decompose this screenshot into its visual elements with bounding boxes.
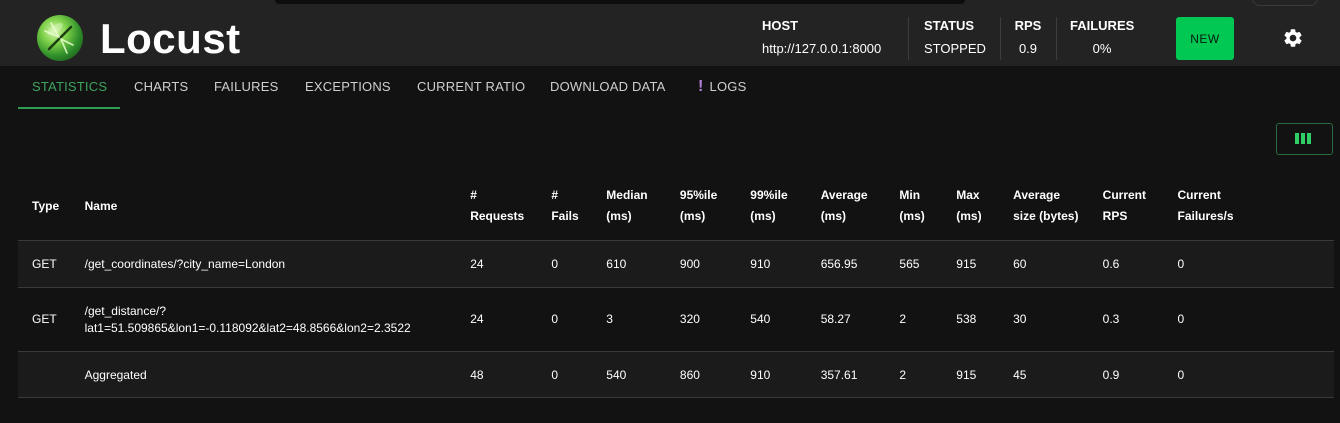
table-cell: 656.95 bbox=[820, 257, 858, 271]
new-test-button[interactable]: NEW bbox=[1176, 17, 1234, 60]
statistics-table: Type Name # Requests # Fails Median (ms) 95… bbox=[18, 172, 1334, 398]
columns-icon bbox=[1301, 133, 1305, 144]
table-cell: 540 bbox=[606, 367, 627, 382]
exclamation-icon: ! bbox=[698, 78, 704, 95]
table-cell: 860 bbox=[679, 367, 700, 382]
column-header-name[interactable]: Name bbox=[71, 172, 457, 241]
table-row: GET /get_distance/? lat1=51.509865&lon1=-… bbox=[18, 287, 1334, 352]
table-cell: 0 bbox=[551, 257, 558, 271]
columns-icon bbox=[1307, 133, 1311, 144]
table-cell: 60 bbox=[1013, 257, 1027, 271]
table-cell: 538 bbox=[956, 312, 977, 326]
status-stat: STATUS STOPPED bbox=[924, 18, 986, 57]
tab-exceptions[interactable]: EXCEPTIONS bbox=[305, 66, 391, 107]
column-header-max[interactable]: Max (ms) bbox=[942, 172, 999, 241]
table-cell: 24 bbox=[470, 312, 484, 326]
table-cell: GET bbox=[32, 312, 57, 326]
table-cell: 45 bbox=[1013, 367, 1027, 382]
locust-logo-icon bbox=[37, 15, 83, 61]
name-line-2: lat1=51.509865&lon1=-0.118092&lat2=48.85… bbox=[84, 320, 411, 335]
table-cell: 3 bbox=[606, 312, 613, 326]
failures-stat: FAILURES 0% bbox=[1070, 18, 1134, 57]
table-cell: 0 bbox=[1177, 312, 1185, 326]
tab-charts[interactable]: CHARTS bbox=[134, 66, 188, 107]
table-row-aggregated: Aggregated 48 0 540 860 910 357.61 2 915… bbox=[18, 351, 1334, 398]
table-cell: 900 bbox=[679, 257, 700, 271]
rps-stat: RPS 0.9 bbox=[1014, 18, 1042, 57]
table-cell: /get_coordinates/?city_name=London bbox=[84, 257, 286, 271]
table-cell: 320 bbox=[679, 312, 700, 326]
table-cell: 565 bbox=[899, 257, 920, 271]
divider bbox=[1000, 17, 1001, 60]
top-bar: Locust HOST http://127.0.0.1:8000 STATUS… bbox=[0, 0, 1340, 66]
column-header-median[interactable]: Median (ms) bbox=[592, 172, 666, 241]
status-value: STOPPED bbox=[924, 41, 986, 56]
table-cell: 357.61 bbox=[820, 367, 858, 382]
tab-logs-label: LOGS bbox=[709, 79, 747, 94]
table-cell: 0 bbox=[1177, 367, 1185, 382]
window-notch bbox=[275, 0, 965, 4]
rps-value: 0.9 bbox=[1018, 41, 1038, 56]
status-label: STATUS bbox=[924, 18, 975, 33]
table-cell: 30 bbox=[1013, 312, 1027, 326]
table-cell: 24 bbox=[470, 257, 484, 271]
logo: Locust bbox=[37, 15, 247, 62]
tab-current-ratio[interactable]: CURRENT RATIO bbox=[417, 66, 525, 107]
table-cell: GET bbox=[32, 257, 57, 271]
column-header-fails[interactable]: # Fails bbox=[537, 172, 592, 241]
host-label: HOST bbox=[762, 18, 799, 33]
table-cell: 0 bbox=[551, 367, 558, 382]
table-cell: 540 bbox=[750, 312, 771, 326]
table-row: GET /get_coordinates/?city_name=London 2… bbox=[18, 240, 1334, 288]
column-header-requests[interactable]: # Requests bbox=[456, 172, 537, 241]
failures-value: 0% bbox=[1092, 41, 1112, 56]
table-cell: 0 bbox=[551, 312, 558, 326]
table-cell: Aggregated bbox=[84, 367, 147, 382]
column-header-average[interactable]: Average (ms) bbox=[807, 172, 886, 241]
table-cell: 0.3 bbox=[1102, 312, 1120, 326]
table-cell: 0.6 bbox=[1102, 257, 1120, 271]
window-corner-control bbox=[1252, 0, 1318, 6]
table-cell: 58.27 bbox=[820, 312, 851, 326]
column-header-current-failures[interactable]: Current Failures/s bbox=[1164, 172, 1335, 241]
table-cell: 0.9 bbox=[1102, 367, 1120, 382]
gear-icon[interactable] bbox=[1282, 27, 1304, 49]
table-cell bbox=[18, 352, 71, 398]
columns-button[interactable] bbox=[1276, 123, 1333, 155]
table-cell: 0 bbox=[1177, 257, 1185, 271]
column-header-95ile[interactable]: 95%ile (ms) bbox=[666, 172, 736, 241]
column-header-min[interactable]: Min (ms) bbox=[885, 172, 942, 241]
host-value: http://127.0.0.1:8000 bbox=[762, 41, 882, 56]
table-cell: 610 bbox=[606, 257, 627, 271]
table-cell: 48 bbox=[470, 367, 484, 382]
host-stat: HOST http://127.0.0.1:8000 bbox=[762, 18, 881, 57]
rps-label: RPS bbox=[1014, 18, 1042, 33]
divider bbox=[908, 17, 909, 60]
table-header-row: Type Name # Requests # Fails Median (ms) 95… bbox=[18, 172, 1334, 241]
column-header-99ile[interactable]: 99%ile (ms) bbox=[736, 172, 806, 241]
column-header-avg-size[interactable]: Average size (bytes) bbox=[999, 172, 1089, 241]
tab-statistics[interactable]: STATISTICS bbox=[18, 66, 120, 109]
name-line-1: /get_distance/? bbox=[84, 303, 167, 318]
table-cell: 910 bbox=[750, 367, 771, 382]
column-header-type[interactable]: Type bbox=[18, 172, 71, 241]
column-header-current-rps[interactable]: Current RPS bbox=[1089, 172, 1164, 241]
table-cell: 2 bbox=[899, 312, 907, 326]
table-cell: 915 bbox=[956, 257, 977, 271]
tab-download-data[interactable]: DOWNLOAD DATA bbox=[550, 66, 666, 107]
divider bbox=[1056, 17, 1057, 60]
tab-logs[interactable]: ! LOGS bbox=[698, 66, 746, 107]
table-cell: /get_distance/? lat1=51.509865&lon1=-0.11… bbox=[71, 288, 457, 352]
failures-label: FAILURES bbox=[1070, 18, 1135, 33]
tab-failures[interactable]: FAILURES bbox=[214, 66, 278, 107]
table-cell: 915 bbox=[956, 367, 977, 382]
table-cell: 910 bbox=[750, 257, 771, 271]
app-title: Locust bbox=[100, 15, 241, 62]
columns-icon bbox=[1295, 133, 1299, 144]
table-cell: 2 bbox=[899, 367, 907, 382]
